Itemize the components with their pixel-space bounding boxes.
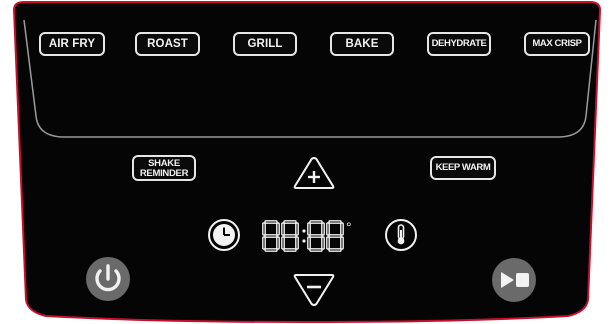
display-segment (295, 236, 299, 250)
max-crisp-button[interactable]: MAX CRISP (524, 32, 590, 56)
display-segment (264, 220, 278, 224)
display-segment (321, 222, 325, 236)
display-segment (328, 248, 342, 252)
bake-button[interactable]: BAKE (330, 32, 394, 56)
display-segment (309, 248, 323, 252)
grill-button[interactable]: GRILL (233, 32, 297, 56)
display-segment (281, 222, 285, 236)
shake-reminder-line2: REMINDER (139, 167, 189, 179)
display-segment (283, 234, 297, 238)
display-segment (264, 234, 278, 238)
keep-warm-button[interactable]: KEEP WARM (430, 156, 496, 180)
display-segment (309, 220, 323, 224)
display-segment (328, 220, 342, 224)
shake-reminder-button[interactable]: SHAKE REMINDER (132, 155, 196, 181)
display-segment (276, 222, 280, 236)
play-pause-icon[interactable] (490, 256, 538, 304)
display-colon-dot (302, 229, 306, 233)
display-segment (283, 220, 297, 224)
roast-button[interactable]: ROAST (135, 32, 200, 56)
time-temp-display: ° (262, 219, 352, 252)
display-segment (321, 236, 325, 250)
dehydrate-button[interactable]: DEHYDRATE (427, 32, 491, 56)
control-panel: AIR FRY ROAST GRILL BAKE DEHYDRATE MAX C… (0, 0, 614, 324)
display-segment (262, 222, 266, 236)
thermometer-icon[interactable] (384, 218, 418, 252)
display-segment (326, 236, 330, 250)
air-fry-button[interactable]: AIR FRY (39, 32, 105, 56)
clock-icon[interactable] (207, 218, 241, 252)
display-segment (307, 222, 311, 236)
display-segment (326, 222, 330, 236)
display-segment (262, 236, 266, 250)
degree-symbol: ° (346, 219, 352, 235)
display-segment (295, 222, 299, 236)
display-segment (281, 236, 285, 250)
display-segment (309, 234, 323, 238)
display-segment (340, 222, 344, 236)
display-digits (262, 220, 344, 252)
plus-triangle-icon[interactable] (292, 155, 336, 191)
display-segment (276, 236, 280, 250)
display-segment (340, 236, 344, 250)
display-segment (264, 248, 278, 252)
display-segment (283, 248, 297, 252)
display-segment (328, 234, 342, 238)
display-segment (307, 236, 311, 250)
power-icon[interactable] (84, 255, 132, 303)
minus-triangle-icon[interactable] (292, 272, 336, 308)
display-colon-dot (302, 239, 306, 243)
